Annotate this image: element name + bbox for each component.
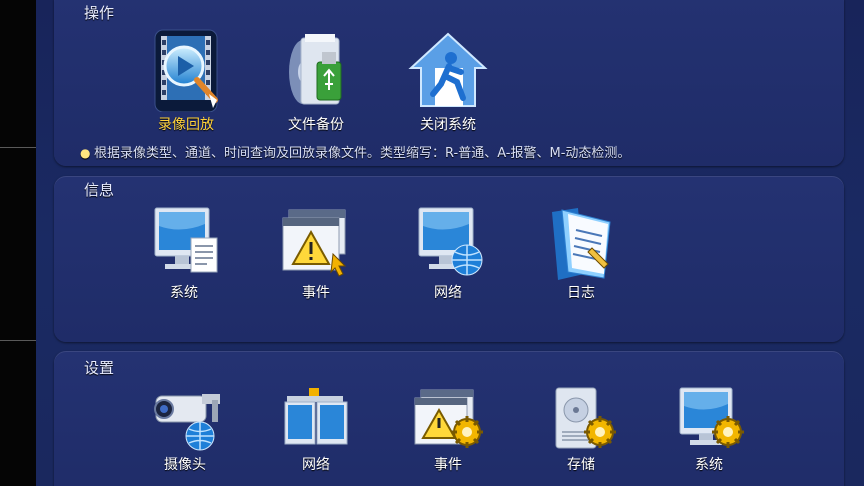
menu-item-label: 文件备份 [288,117,344,133]
divider [0,147,36,148]
menu-item-label: 录像回放 [158,117,214,133]
camera-settings-icon [154,394,220,451]
log-icon [552,208,611,280]
menu-item-label: 存储 [567,457,595,473]
menu-item-label: 关闭系统 [420,117,476,133]
video-playback-icon [154,29,218,112]
menu-item-log[interactable]: 日志 [526,204,636,302]
left-black-bar [0,0,36,486]
divider [0,340,36,341]
hint-text: ● 根据录像类型、通道、时间查询及回放录像文件。类型缩写：R-普通、A-报警、M-… [80,142,630,161]
menu-item-label: 日志 [567,285,595,301]
event-settings-icon [414,389,483,448]
event-info-icon [282,209,347,277]
menu-item-label: 事件 [302,285,330,301]
network-info-icon [418,207,483,276]
menu-item-camera-settings[interactable]: 摄像头 [130,386,240,474]
menu-item-shutdown[interactable]: 关闭系统 [393,28,503,134]
menu-item-label: 系统 [695,457,723,473]
menu-item-label: 网络 [434,285,462,301]
network-settings-icon [284,388,348,445]
hint-label: 根据录像类型、通道、时间查询及回放录像文件。类型缩写：R-普通、A-报警、M-动… [94,146,631,161]
menu-item-network-settings[interactable]: 网络 [261,386,371,474]
menu-item-label: 系统 [170,285,198,301]
menu-item-storage-settings[interactable]: 存储 [526,386,636,474]
system-settings-icon [679,387,744,448]
system-info-icon [154,207,218,273]
section-title-info: 信息 [84,181,115,199]
menu-item-label: 事件 [434,457,462,473]
menu-item-video-playback[interactable]: 录像回放 [131,28,241,134]
menu-item-label: 网络 [302,457,330,473]
menu-item-file-backup[interactable]: 文件备份 [261,28,371,134]
menu-item-event-settings[interactable]: 事件 [393,386,503,474]
main-menu-window: 操作 录像回放 文件备份 关闭系统 ● 根据录像类型、通道、时间查询及回放录像文… [36,0,864,486]
menu-item-system-info[interactable]: 系统 [129,204,239,302]
menu-item-event-info[interactable]: 事件 [261,204,371,302]
menu-item-system-settings[interactable]: 系统 [654,386,764,474]
menu-item-network-info[interactable]: 网络 [393,204,503,302]
section-title-operation: 操作 [84,4,115,22]
file-backup-icon [289,34,342,105]
lightbulb-icon: ● [80,146,91,160]
section-title-settings: 设置 [84,359,115,377]
menu-item-label: 摄像头 [164,457,206,473]
shutdown-icon [408,32,488,107]
storage-settings-icon [555,387,616,449]
